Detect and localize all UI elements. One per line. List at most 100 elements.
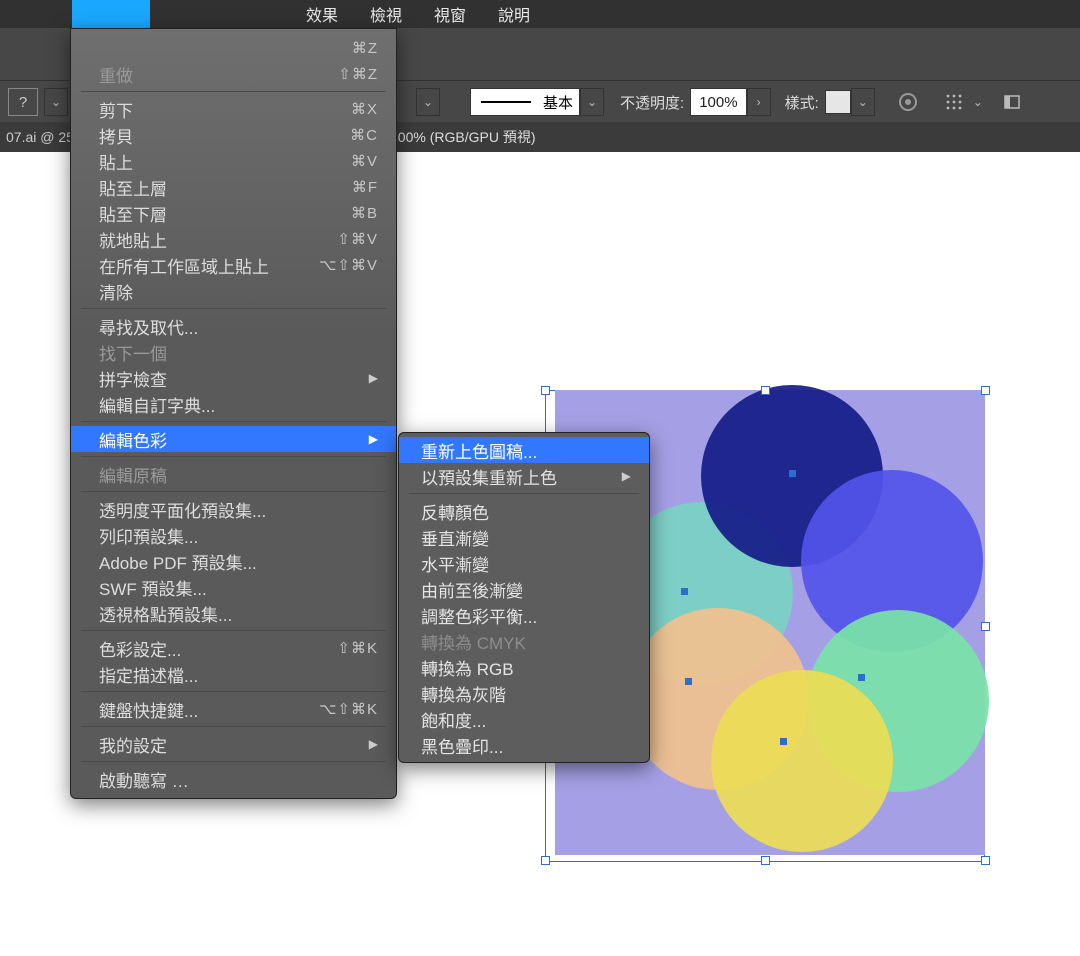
menu-item[interactable]: 尋找及取代...: [71, 313, 396, 339]
submenu-item[interactable]: 重新上色圖稿...: [399, 437, 649, 463]
submenu-item-label: 飽和度...: [421, 707, 486, 732]
recolor-icon[interactable]: [895, 89, 921, 115]
anchor[interactable]: [681, 588, 688, 595]
menu-shortcut: ⌘F: [352, 178, 378, 196]
menu-item[interactable]: 拼字檢查 ▶: [71, 365, 396, 391]
sel-handle[interactable]: [981, 856, 990, 865]
anchor[interactable]: [685, 678, 692, 685]
stroke-style-arrow[interactable]: ⌄: [580, 88, 604, 116]
submenu-item[interactable]: 調整色彩平衡...: [399, 602, 649, 628]
help-dropdown[interactable]: ⌄: [44, 88, 68, 116]
menu-item[interactable]: 剪下⌘X: [71, 96, 396, 122]
submenu-item[interactable]: 反轉顏色: [399, 498, 649, 524]
menu-item[interactable]: 鍵盤快捷鍵...⌥⇧⌘K: [71, 696, 396, 722]
menu-item-label: 拷貝: [99, 123, 133, 148]
menu-item: 重做⇧⌘Z: [71, 61, 396, 87]
menu-item-label: 列印預設集...: [99, 523, 198, 548]
submenu-item-label: 轉換為 RGB: [421, 655, 514, 680]
stroke-weight-dropdown[interactable]: ⌄: [416, 88, 440, 116]
submenu-item: 轉換為 CMYK: [399, 628, 649, 654]
menu-item[interactable]: 在所有工作區域上貼上⌥⇧⌘V: [71, 252, 396, 278]
opacity-arrow[interactable]: ›: [747, 88, 771, 116]
menu-item[interactable]: 指定描述檔...: [71, 661, 396, 687]
menu-item[interactable]: 透視格點預設集...: [71, 600, 396, 626]
menu-item-label: 拼字檢查: [99, 366, 167, 391]
menu-shortcut: ⇧⌘K: [337, 639, 378, 657]
menu-item-label: 指定描述檔...: [99, 662, 198, 687]
sel-handle[interactable]: [981, 622, 990, 631]
menu-item[interactable]: 啟動聽寫 …: [71, 766, 396, 792]
anchor[interactable]: [858, 674, 865, 681]
menu-item[interactable]: 貼上⌘V: [71, 148, 396, 174]
menu-item-label: 貼上: [99, 149, 133, 174]
help-icon[interactable]: ?: [8, 88, 38, 116]
submenu-item-label: 反轉顏色: [421, 499, 489, 524]
menu-shortcut: ⌘B: [351, 204, 378, 222]
sel-handle[interactable]: [541, 856, 550, 865]
submenu-item[interactable]: 水平漸變: [399, 550, 649, 576]
circle-yellow[interactable]: [711, 670, 893, 852]
align-icon[interactable]: [941, 89, 967, 115]
menu-item-label: 剪下: [99, 97, 133, 122]
menubar-item[interactable]: 視窗: [418, 2, 482, 26]
submenu-item-label: 以預設集重新上色: [421, 464, 557, 489]
menu-item[interactable]: 拷貝 ⌘C: [71, 122, 396, 148]
menubar-item[interactable]: 效果: [290, 2, 354, 26]
menu-separator: [81, 308, 386, 309]
menu-item[interactable]: 透明度平面化預設集...: [71, 496, 396, 522]
menu-item-label: 編輯色彩: [99, 427, 167, 452]
menubar-item[interactable]: 說明: [482, 2, 546, 26]
submenu-item[interactable]: 黑色疊印...: [399, 732, 649, 758]
menu-item[interactable]: 色彩設定... ⇧⌘K: [71, 635, 396, 661]
menu-item[interactable]: Adobe PDF 預設集...: [71, 548, 396, 574]
sel-handle[interactable]: [981, 386, 990, 395]
document-tab-name[interactable]: 07.ai @ 25: [0, 122, 74, 152]
menu-item-label: 就地貼上: [99, 227, 167, 252]
align-arrow[interactable]: ⌄: [967, 89, 989, 115]
submenu-item-label: 垂直漸變: [421, 525, 489, 550]
menu-shortcut: ⌘C: [350, 126, 378, 144]
menu-separator: [81, 630, 386, 631]
submenu-arrow-icon: ▶: [369, 371, 378, 385]
submenu-item[interactable]: 轉換為 RGB: [399, 654, 649, 680]
submenu-arrow-icon: ▶: [369, 432, 378, 446]
submenu-item[interactable]: 飽和度...: [399, 706, 649, 732]
anchor[interactable]: [789, 470, 796, 477]
anchor[interactable]: [780, 738, 787, 745]
menu-item[interactable]: 清除: [71, 278, 396, 304]
menu-item-label: SWF 預設集...: [99, 575, 207, 600]
menu-separator: [81, 91, 386, 92]
menu-item-label: 在所有工作區域上貼上: [99, 253, 269, 278]
menu-item[interactable]: 就地貼上⇧⌘V: [71, 226, 396, 252]
sel-handle[interactable]: [761, 856, 770, 865]
style-swatch[interactable]: [825, 90, 851, 114]
stroke-style-label: 基本: [543, 92, 573, 113]
menu-item[interactable]: 列印預設集...: [71, 522, 396, 548]
stroke-style-dropdown[interactable]: 基本: [470, 88, 580, 116]
menubar-item[interactable]: 檢視: [354, 2, 418, 26]
submenu-item[interactable]: 由前至後漸變: [399, 576, 649, 602]
sel-handle[interactable]: [761, 386, 770, 395]
submenu-item-label: 轉換為灰階: [421, 681, 506, 706]
menu-item: 編輯原稿: [71, 461, 396, 487]
submenu-item-label: 由前至後漸變: [421, 577, 523, 602]
submenu-item-label: 重新上色圖稿...: [421, 438, 537, 463]
menu-item[interactable]: SWF 預設集...: [71, 574, 396, 600]
submenu-item-label: 黑色疊印...: [421, 733, 503, 758]
stroke-preview-icon: [481, 101, 531, 104]
submenu-item[interactable]: 以預設集重新上色▶: [399, 463, 649, 489]
sel-handle[interactable]: [541, 386, 550, 395]
menu-separator: [81, 421, 386, 422]
menu-item[interactable]: 貼至上層⌘F: [71, 174, 396, 200]
submenu-item[interactable]: 垂直漸變: [399, 524, 649, 550]
submenu-item[interactable]: 轉換為灰階: [399, 680, 649, 706]
submenu-item-label: 調整色彩平衡...: [421, 603, 537, 628]
opacity-input[interactable]: 100%: [690, 88, 746, 116]
menu-item[interactable]: 編輯自訂字典...: [71, 391, 396, 417]
menu-item[interactable]: 編輯色彩 ▶: [71, 426, 396, 452]
menu-item[interactable]: 貼至下層⌘B: [71, 200, 396, 226]
isolation-icon[interactable]: [999, 89, 1025, 115]
style-arrow[interactable]: ⌄: [851, 88, 875, 116]
menu-item[interactable]: 我的設定▶: [71, 731, 396, 757]
menu-item-label: 色彩設定...: [99, 636, 181, 661]
